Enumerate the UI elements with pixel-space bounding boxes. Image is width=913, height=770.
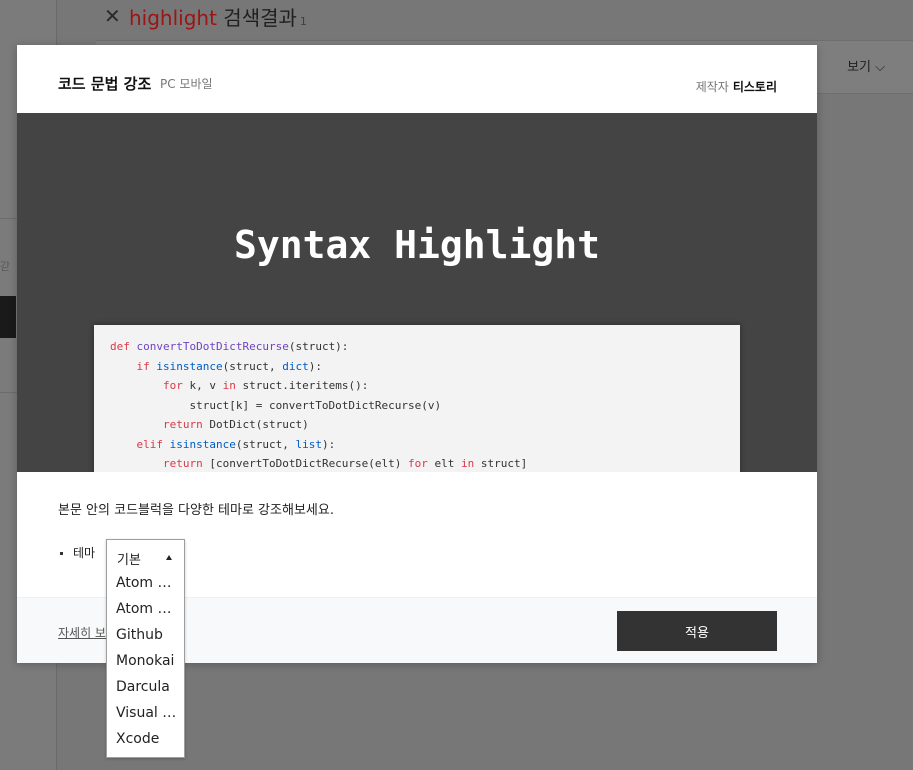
preview-title: Syntax Highlight <box>233 223 601 267</box>
preview-image: Syntax Highlight def convertToDotDictRec… <box>17 113 817 472</box>
modal-title: 코드 문법 강조 <box>58 75 152 93</box>
bullet <box>60 552 63 555</box>
theme-options: Atom One Dark Atom One Light Github Mono… <box>107 570 184 752</box>
close-icon[interactable]: ✕ <box>104 4 121 28</box>
view-label: 보기 <box>847 60 871 75</box>
active-indicator <box>0 296 16 338</box>
theme-row: 테마 <box>58 544 95 561</box>
theme-option[interactable]: Atom One Dark <box>107 570 178 596</box>
maker-name: 티스토리 <box>732 80 777 94</box>
theme-option[interactable]: Github <box>107 622 178 648</box>
modal-header: 코드 문법 강조 PC 모바일 제작자 티스토리 <box>17 45 817 113</box>
theme-option[interactable]: Atom One Light <box>107 596 178 622</box>
platform-tags: PC 모바일 <box>160 77 213 91</box>
maker-info: 제작자 티스토리 <box>696 78 777 95</box>
view-dropdown[interactable]: 보기 ⌵ <box>847 56 885 75</box>
search-results-title: highlight 검색결과 1 <box>129 2 307 31</box>
search-title-suffix: 검색결과 <box>223 6 297 30</box>
theme-selected-value: 기본 <box>117 553 141 568</box>
theme-option[interactable]: Monokai <box>107 648 178 674</box>
apply-button[interactable]: 적용 <box>617 611 777 651</box>
result-count: 1 <box>299 15 307 28</box>
theme-select[interactable]: 기본 Atom One Dark Atom One Light Github M… <box>106 539 185 758</box>
theme-option[interactable]: Visual Studio <box>107 700 178 726</box>
search-keyword: highlight <box>129 6 217 30</box>
caret-up-icon <box>166 555 172 560</box>
code-sample: def convertToDotDictRecurse(struct): if … <box>110 340 528 470</box>
left-panel-glyph: 갇 <box>0 260 11 273</box>
theme-option[interactable]: Darcula <box>107 674 178 700</box>
code-sample-card: def convertToDotDictRecurse(struct): if … <box>94 325 740 472</box>
maker-label: 제작자 <box>695 80 729 94</box>
theme-label: 테마 <box>73 546 96 560</box>
theme-option[interactable]: Xcode <box>107 726 178 752</box>
theme-select-current[interactable]: 기본 <box>107 540 184 573</box>
modal-description: 본문 안의 코드블럭을 다양한 테마로 강조해보세요. <box>58 503 334 518</box>
chevron-down-icon: ⌵ <box>875 60 885 75</box>
